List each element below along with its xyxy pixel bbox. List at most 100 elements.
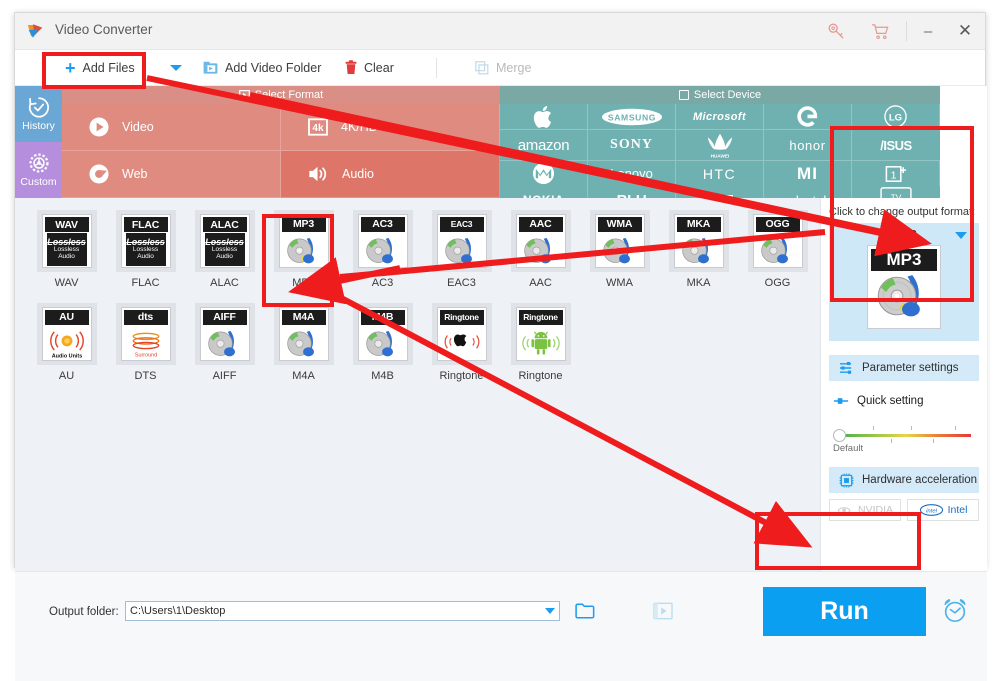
titlebar-divider (906, 21, 907, 41)
svg-text:intel: intel (926, 509, 937, 515)
slider-handle[interactable] (833, 429, 846, 442)
format-tile-dts[interactable]: dts Surround DTS (106, 303, 185, 382)
format-thumb-wrap: WMA (589, 210, 650, 272)
schedule-button[interactable] (940, 596, 970, 629)
format-thumb: Ringtone (436, 307, 487, 361)
format-tile-mka[interactable]: MKA MKA (659, 210, 738, 289)
microsoft-label: Microsoft (692, 110, 747, 123)
device-tab-htc[interactable]: HTC (676, 161, 764, 186)
title-bar: Video Converter – ✕ (15, 13, 985, 50)
format-thumb-wrap: AC3 (352, 210, 413, 272)
history-icon (28, 97, 49, 118)
format-tile-eac3[interactable]: EAC3 EAC3 (422, 210, 501, 289)
apple-logo (533, 105, 552, 128)
audio-units-icon: Audio Units (49, 331, 84, 359)
hardware-acceleration-button[interactable]: Hardware acceleration (829, 467, 979, 493)
format-tile-ac3[interactable]: AC3 AC3 (343, 210, 422, 289)
output-folder-input[interactable]: C:\Users\1\Desktop (125, 601, 560, 621)
run-button[interactable]: Run (763, 587, 926, 636)
format-tile-flac[interactable]: FLAC Lossless Lossless Audio FLAC (106, 210, 185, 289)
au-sub-label: Audio Units (51, 353, 82, 359)
dts-surround-icon: Surround (132, 332, 159, 358)
device-tab-lg[interactable]: LG (852, 104, 940, 130)
format-badge: Ringtone (439, 310, 484, 325)
device-tab-sony[interactable]: SONY (588, 130, 676, 161)
sidebar-item-custom[interactable]: Custom (15, 142, 62, 198)
asus-label: /ISUS (880, 137, 912, 153)
format-name: M4B (371, 370, 394, 382)
add-files-button[interactable]: + Add Files (65, 50, 135, 85)
format-tile-m4a[interactable]: M4A M4A (264, 303, 343, 382)
format-badge: WAV (44, 217, 89, 232)
format-thumb-wrap: dts Surround (115, 303, 176, 365)
device-tab-google[interactable] (764, 104, 852, 130)
format-tile-aiff[interactable]: AIFF AIFF (185, 303, 264, 382)
device-tab-lenovo[interactable]: Lenovo (588, 161, 676, 186)
intel-button[interactable]: intel Intel (907, 499, 979, 521)
add-video-folder-label: Add Video Folder (225, 60, 322, 75)
register-key-button[interactable] (814, 13, 858, 49)
format-tile-alac[interactable]: ALAC Lossless Lossless Audio ALAC (185, 210, 264, 289)
format-tile-ringtone-apple[interactable]: Ringtone Ringtone (422, 303, 501, 382)
output-folder-value: C:\Users\1\Desktop (130, 605, 226, 617)
nvidia-button[interactable]: NVIDIA (829, 499, 901, 521)
format-tile-m4b[interactable]: M4B M4B (343, 303, 422, 382)
device-tab-oneplus[interactable]: 1 (852, 161, 940, 186)
main-content: WAV Lossless Lossless Audio WAV FLAC Los… (15, 198, 987, 681)
format-tile-aac[interactable]: AAC AAC (501, 210, 580, 289)
format-tab-audio[interactable]: Audio (281, 151, 500, 198)
add-video-folder-button[interactable]: Add Video Folder (203, 50, 321, 85)
format-tile-ogg[interactable]: OGG OGG (738, 210, 817, 289)
device-tab-amazon[interactable]: amazon (500, 130, 588, 161)
format-name: AAC (529, 277, 552, 289)
4k-icon: 4k (308, 118, 328, 136)
preview-output-button[interactable] (653, 602, 673, 625)
main-toolbar: + Add Files Add Video Folder Clear Merge (15, 50, 985, 86)
device-tab-grid: SAMSUNG Microsoft LG amazon SONY HUAWEI … (500, 104, 940, 214)
huawei-logo: HUAWEI (707, 133, 732, 159)
add-files-dropdown-button[interactable] (170, 50, 182, 85)
device-tab-samsung[interactable]: SAMSUNG (588, 104, 676, 130)
output-format-preview[interactable]: MP3 MP3 (829, 223, 979, 341)
browse-folder-button[interactable] (575, 602, 597, 625)
chevron-down-icon[interactable] (955, 232, 967, 239)
device-tab-honor[interactable]: honor (764, 130, 852, 161)
format-tab-4khd[interactable]: 4k 4K/HD (281, 104, 500, 151)
cart-icon (871, 23, 888, 39)
chevron-down-icon[interactable] (545, 608, 555, 614)
format-name: MKA (686, 277, 711, 289)
merge-button[interactable]: Merge (475, 50, 531, 85)
format-tile-mp3[interactable]: MP3 MP3 (264, 210, 343, 289)
format-name: AIFF (212, 370, 237, 382)
format-tile-wav[interactable]: WAV Lossless Lossless Audio WAV (27, 210, 106, 289)
format-tab-web[interactable]: Web (62, 151, 281, 198)
format-tile-ringtone-android[interactable]: Ringtone Ringtone (501, 303, 580, 382)
htc-label: HTC (702, 165, 737, 182)
dts-sub-label: Surround (134, 352, 156, 358)
quality-slider[interactable]: Default (833, 421, 973, 455)
format-icon (238, 90, 250, 100)
sidebar-item-history[interactable]: History (15, 86, 62, 142)
device-tab-huawei[interactable]: HUAWEI (676, 130, 764, 161)
minimize-button[interactable]: – (911, 13, 945, 49)
parameter-settings-button[interactable]: Parameter settings (829, 355, 979, 381)
format-thumb-wrap: AAC (510, 210, 571, 272)
clear-button[interactable]: Clear (345, 50, 394, 85)
close-button[interactable]: ✕ (945, 13, 985, 49)
device-tab-xiaomi[interactable]: MI (764, 161, 852, 186)
device-tab-asus[interactable]: /ISUS (852, 130, 940, 161)
clear-label: Clear (364, 60, 394, 75)
device-tab-apple[interactable] (500, 104, 588, 130)
format-badge: FLAC (123, 217, 168, 232)
buy-cart-button[interactable] (858, 13, 902, 49)
device-tab-microsoft[interactable]: Microsoft (676, 104, 764, 130)
format-tile-au[interactable]: AU Audio Units AU (27, 303, 106, 382)
format-tab-web-label: Web (122, 167, 148, 181)
format-tab-video[interactable]: Video (62, 104, 281, 151)
format-tile-wma[interactable]: WMA WMA (580, 210, 659, 289)
device-tab-motorola[interactable] (500, 161, 588, 186)
quick-setting-row[interactable]: Quick setting (833, 395, 987, 407)
disc-note-icon (444, 237, 472, 264)
slider-tick (955, 426, 956, 430)
disc-note-icon (681, 237, 709, 264)
